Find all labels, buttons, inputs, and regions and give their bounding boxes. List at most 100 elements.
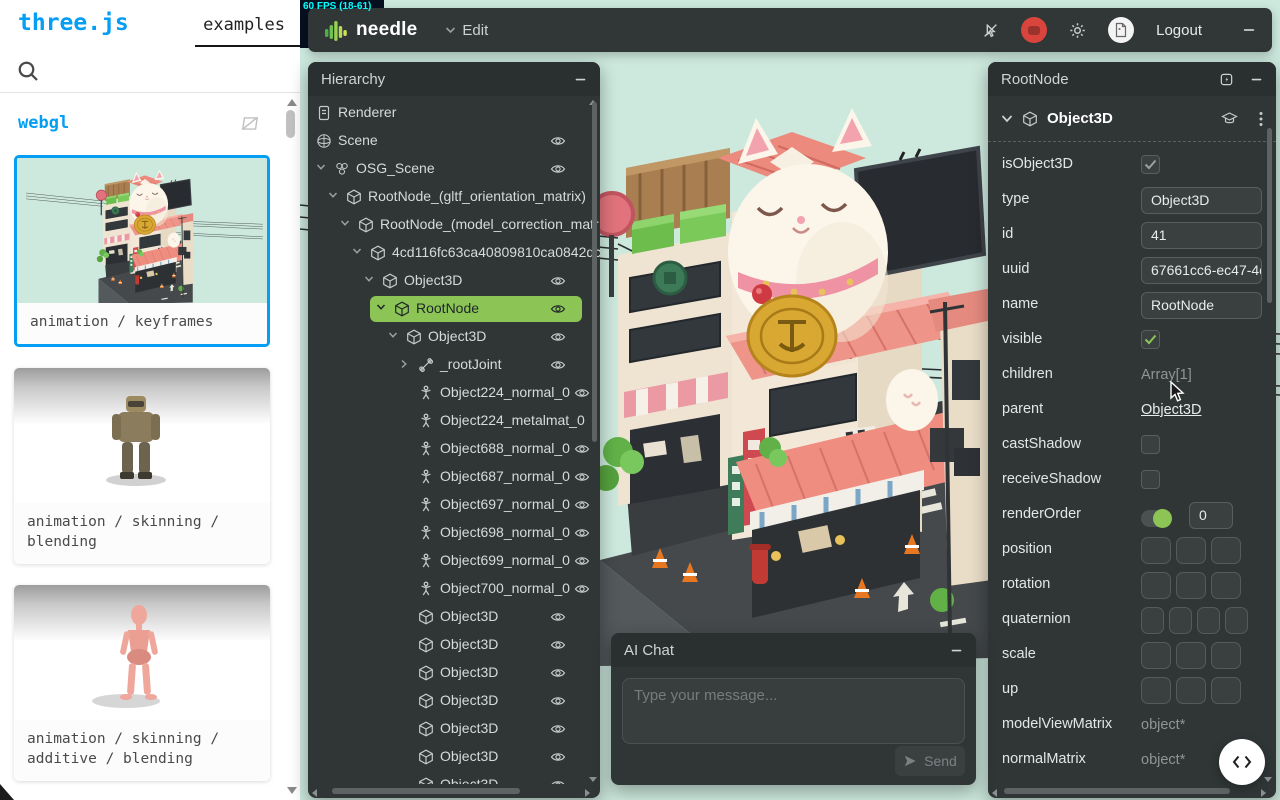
inspector-header[interactable]: RootNode [988, 62, 1276, 96]
minimize-icon[interactable] [574, 73, 587, 86]
rotation-component-input[interactable] [1141, 572, 1171, 599]
chat-message-input[interactable]: Type your message... [622, 678, 965, 744]
renderOrder-toggle[interactable] [1141, 510, 1171, 527]
visibility-eye-icon[interactable] [550, 749, 566, 765]
sidebar-scrollbar-thumb[interactable] [286, 110, 295, 138]
hierarchy-node[interactable]: Object224_metalmat_0 [308, 407, 600, 435]
edit-menu[interactable]: Edit [445, 22, 488, 39]
chevron-down-icon[interactable] [316, 163, 326, 171]
rotation-component-input[interactable] [1211, 572, 1241, 599]
scroll-left-arrow[interactable] [312, 789, 317, 797]
hierarchy-node[interactable]: Object697_normal_0 [308, 491, 600, 519]
record-button[interactable] [1021, 17, 1047, 43]
isObject3D-checkbox[interactable] [1141, 155, 1160, 174]
receiveShadow-checkbox[interactable] [1141, 470, 1160, 489]
code-panel-toggle-button[interactable] [1219, 739, 1265, 785]
sidebar-scrollbar[interactable] [283, 93, 299, 800]
rotation-component-input[interactable] [1176, 572, 1206, 599]
threejs-logo[interactable]: three.js [18, 10, 129, 36]
section-webgl[interactable]: webgl [18, 113, 69, 133]
scroll-down-arrow[interactable] [287, 787, 297, 794]
chevron-down-icon[interactable] [340, 219, 350, 227]
example-card[interactable]: animation / keyframes [14, 155, 270, 347]
horizontal-scrollbar-thumb[interactable] [1004, 788, 1230, 794]
vertical-scrollbar-thumb[interactable] [1267, 128, 1272, 303]
scroll-down-arrow[interactable] [1264, 777, 1272, 782]
toggle-descriptions-icon[interactable] [240, 115, 260, 132]
up-component-input[interactable] [1211, 677, 1241, 704]
kebab-menu-icon[interactable] [1259, 111, 1263, 127]
uuid-input[interactable]: 67661cc6-ec47-4c [1141, 257, 1262, 284]
chevron-right-icon[interactable] [400, 359, 408, 369]
hierarchy-header[interactable]: Hierarchy [308, 62, 600, 96]
visibility-eye-icon[interactable] [574, 525, 590, 541]
position-component-input[interactable] [1211, 537, 1241, 564]
scroll-up-arrow[interactable] [287, 99, 297, 106]
up-component-input[interactable] [1141, 677, 1171, 704]
chevron-down-icon[interactable] [1001, 114, 1013, 123]
example-card[interactable]: animation / skinning / additive / blendi… [14, 585, 270, 781]
hierarchy-node[interactable]: Object3D [308, 687, 600, 715]
visibility-eye-icon[interactable] [550, 161, 566, 177]
position-component-input[interactable] [1176, 537, 1206, 564]
hierarchy-node[interactable]: RootNode_(model_correction_matr [308, 211, 600, 239]
horizontal-scrollbar[interactable] [308, 786, 600, 796]
visibility-eye-icon[interactable] [550, 357, 566, 373]
visibility-eye-icon[interactable] [550, 133, 566, 149]
hierarchy-node[interactable]: 4cd116fc63ca40809810ca0842dc [308, 239, 600, 267]
hierarchy-node[interactable]: Scene [308, 127, 600, 155]
hierarchy-node[interactable]: RootNode [308, 295, 600, 323]
visibility-eye-icon[interactable] [574, 385, 590, 401]
gear-icon[interactable] [1069, 22, 1086, 39]
hierarchy-node[interactable]: Object3D [308, 267, 600, 295]
visibility-eye-icon[interactable] [550, 301, 566, 317]
visibility-eye-icon[interactable] [550, 721, 566, 737]
visibility-eye-icon[interactable] [550, 329, 566, 345]
tab-examples[interactable]: examples [203, 15, 285, 35]
visibility-eye-icon[interactable] [574, 553, 590, 569]
chevron-down-icon[interactable] [364, 275, 374, 283]
visibility-eye-icon[interactable] [550, 637, 566, 653]
minimize-icon[interactable] [950, 644, 963, 657]
position-component-input[interactable] [1141, 537, 1171, 564]
popout-icon[interactable] [1219, 72, 1234, 87]
scroll-right-arrow[interactable] [585, 789, 590, 797]
example-card[interactable]: animation / skinning / blending [14, 368, 270, 564]
hierarchy-node[interactable]: Object3D [308, 715, 600, 743]
scale-component-input[interactable] [1141, 642, 1171, 669]
visibility-eye-icon[interactable] [550, 273, 566, 289]
send-button[interactable]: Send [895, 746, 965, 776]
visibility-eye-icon[interactable] [574, 469, 590, 485]
visibility-eye-icon[interactable] [574, 581, 590, 597]
scroll-left-arrow[interactable] [992, 789, 997, 797]
hierarchy-node[interactable]: Object224_normal_0 [308, 379, 600, 407]
id-input[interactable]: 41 [1141, 222, 1262, 249]
castShadow-checkbox[interactable] [1141, 435, 1160, 454]
visibility-eye-icon[interactable] [574, 497, 590, 513]
hierarchy-node[interactable]: OSG_Scene [308, 155, 600, 183]
hierarchy-node[interactable]: Object688_normal_0 [308, 435, 600, 463]
minimize-icon[interactable] [1242, 23, 1256, 37]
horizontal-scrollbar-thumb[interactable] [332, 788, 520, 794]
logout-button[interactable]: Logout [1156, 22, 1202, 39]
hierarchy-node[interactable]: Object699_normal_0 [308, 547, 600, 575]
chevron-down-icon[interactable] [328, 191, 338, 199]
hierarchy-node[interactable]: Object698_normal_0 [308, 519, 600, 547]
scale-component-input[interactable] [1211, 642, 1241, 669]
hierarchy-node[interactable]: Object3D [308, 603, 600, 631]
chevron-down-icon[interactable] [388, 331, 398, 339]
scroll-down-arrow[interactable] [589, 777, 597, 782]
visibility-eye-icon[interactable] [550, 665, 566, 681]
needle-brand[interactable]: needle [324, 17, 417, 43]
quaternion-component-input[interactable] [1169, 607, 1192, 634]
hierarchy-node[interactable]: Renderer [308, 99, 600, 127]
up-component-input[interactable] [1176, 677, 1206, 704]
hierarchy-node[interactable]: _rootJoint [308, 351, 600, 379]
hierarchy-node[interactable]: Object700_normal_0 [308, 575, 600, 603]
chat-header[interactable]: AI Chat [611, 633, 976, 667]
scale-component-input[interactable] [1176, 642, 1206, 669]
renderOrder-input[interactable]: 0 [1189, 502, 1233, 529]
minimize-icon[interactable] [1250, 73, 1263, 86]
hierarchy-node[interactable]: RootNode_(gltf_orientation_matrix) [308, 183, 600, 211]
chevron-down-icon[interactable] [352, 247, 362, 255]
